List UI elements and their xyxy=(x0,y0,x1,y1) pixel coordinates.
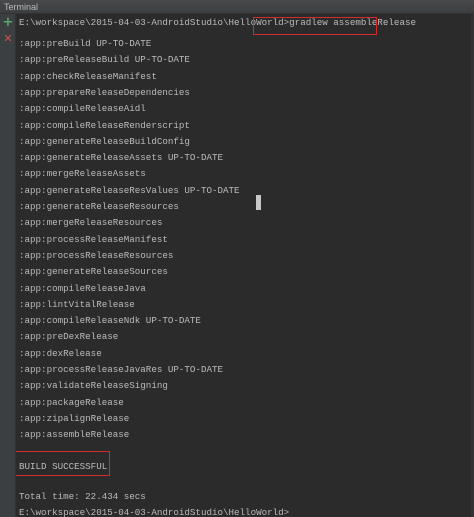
prompt-path: E:\workspace\2015-04-03-AndroidStudio\He… xyxy=(19,17,290,28)
text-cursor xyxy=(256,195,261,210)
output-line: :app:preDexRelease xyxy=(19,331,119,342)
output-line: :app:compileReleaseJava xyxy=(19,283,146,294)
output-line: :app:processReleaseJavaRes UP-TO-DATE xyxy=(19,364,223,375)
terminal-titlebar: Terminal xyxy=(0,0,474,14)
final-prompt: E:\workspace\2015-04-03-AndroidStudio\He… xyxy=(19,507,290,517)
output-line: :app:dexRelease xyxy=(19,348,102,359)
output-line: :app:lintVitalRelease xyxy=(19,299,135,310)
output-line: :app:generateReleaseSources xyxy=(19,266,168,277)
output-line: :app:generateReleaseAssets UP-TO-DATE xyxy=(19,152,223,163)
plus-icon[interactable]: + xyxy=(2,16,14,29)
output-line: :app:mergeReleaseResources xyxy=(19,217,163,228)
terminal-output-area[interactable]: E:\workspace\2015-04-03-AndroidStudio\He… xyxy=(16,14,474,517)
output-line: :app:packageRelease xyxy=(19,397,124,408)
output-line: :app:preReleaseBuild UP-TO-DATE xyxy=(19,54,190,65)
close-icon[interactable]: ✕ xyxy=(2,33,14,45)
output-line: :app:zipalignRelease xyxy=(19,413,130,424)
output-line: :app:processReleaseResources xyxy=(19,250,174,261)
output-line: :app:prepareReleaseDependencies xyxy=(19,87,190,98)
output-line: :app:checkReleaseManifest xyxy=(19,71,157,82)
output-line: :app:preBuild UP-TO-DATE xyxy=(19,38,152,49)
command-highlight-box xyxy=(253,17,377,35)
output-line: :app:compileReleaseRenderscript xyxy=(19,120,190,131)
output-line: :app:generateReleaseResources xyxy=(19,201,179,212)
build-result-highlight-box xyxy=(16,451,110,476)
output-line: :app:compileReleaseAidl xyxy=(19,103,146,114)
output-line: :app:compileReleaseNdk UP-TO-DATE xyxy=(19,315,201,326)
output-line: :app:generateReleaseBuildConfig xyxy=(19,136,190,147)
output-line: :app:processReleaseManifest xyxy=(19,234,168,245)
output-line: :app:assembleRelease xyxy=(19,429,130,440)
terminal-window: Terminal + ✕ E:\workspace\2015-04-03-And… xyxy=(0,0,474,517)
total-time: Total time: 22.434 secs xyxy=(19,491,146,502)
terminal-title: Terminal xyxy=(4,2,39,12)
terminal-toolbar: + ✕ xyxy=(0,14,16,517)
output-line: :app:mergeReleaseAssets xyxy=(19,168,146,179)
output-line: :app:validateReleaseSigning xyxy=(19,380,168,391)
output-line: :app:generateReleaseResValues UP-TO-DATE xyxy=(19,185,240,196)
